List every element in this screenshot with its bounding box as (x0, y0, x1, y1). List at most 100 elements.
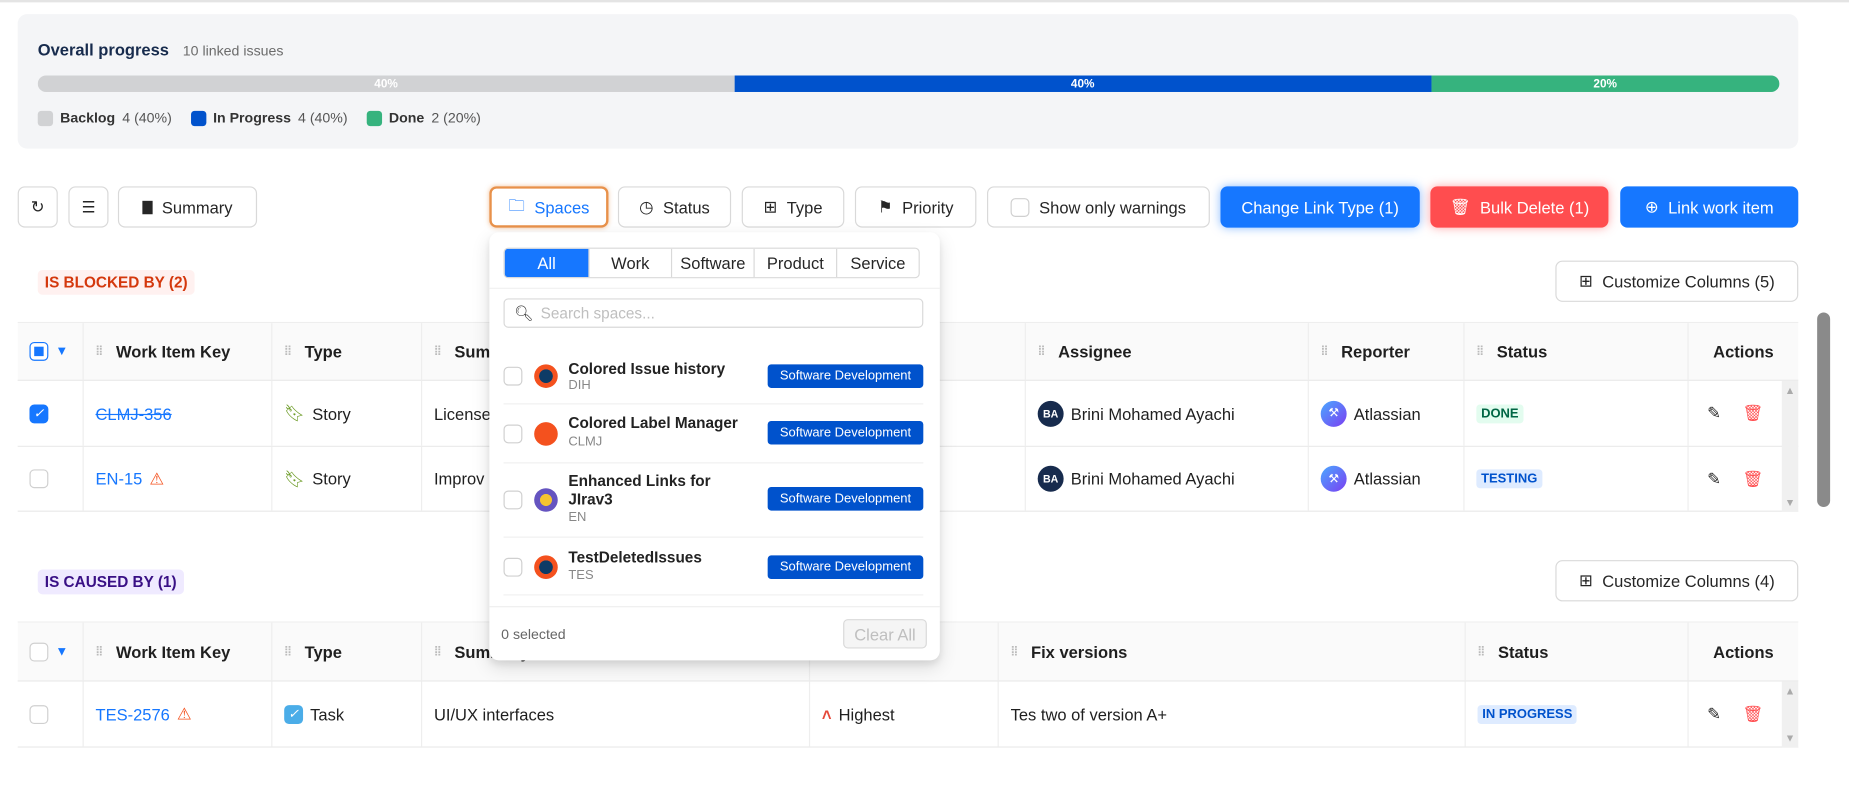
tab-product[interactable]: Product (753, 248, 837, 278)
header-type[interactable]: ⁞⁞ Type (272, 622, 423, 681)
priority-label: Highest (838, 704, 895, 724)
edit-icon[interactable]: ✎ (1707, 469, 1721, 489)
row-checkbox-checked[interactable]: ✓ (29, 403, 49, 423)
tab-service[interactable]: Service (836, 248, 919, 278)
status-filter-button[interactable]: ◷ Status (617, 186, 732, 228)
row-checkbox[interactable] (29, 704, 49, 724)
spaces-dropdown: All Work Software Product Service 🔍︎ Sear… (489, 232, 940, 661)
spaces-filter-button[interactable]: 🗀 Spaces (489, 186, 609, 228)
delete-icon[interactable]: 🗑 (1742, 403, 1763, 423)
drag-handle-icon[interactable]: ⁞⁞ (284, 344, 292, 358)
drag-handle-icon[interactable]: ⁞⁞ (96, 644, 104, 658)
drag-handle-icon[interactable]: ⁞⁞ (284, 644, 292, 658)
space-checkbox[interactable] (503, 557, 523, 577)
clear-all-button[interactable]: Clear All (843, 619, 927, 649)
priority-filter-button[interactable]: ⚑ Priority (854, 186, 977, 228)
type-filter-button[interactable]: ⊞ Type (741, 186, 845, 228)
header-reporter[interactable]: ⁞⁞ Reporter (1309, 323, 1465, 380)
filter-icon[interactable]: ▼ (55, 344, 68, 358)
refresh-button[interactable]: ↻ (17, 186, 58, 228)
drag-handle-icon[interactable]: ⁞⁞ (96, 344, 104, 358)
space-option[interactable]: TestDeletedIssues TES Software Developme… (503, 538, 924, 596)
drag-handle-icon[interactable]: ⁞⁞ (1321, 344, 1329, 358)
customize-label: Customize Columns (5) (1602, 271, 1775, 291)
drag-handle-icon[interactable]: ⁞⁞ (1011, 644, 1019, 658)
show-only-warnings-toggle[interactable]: Show only warnings (986, 186, 1210, 228)
header-fix-versions[interactable]: ⁞⁞ Fix versions (999, 622, 1466, 681)
edit-icon[interactable]: ✎ (1707, 403, 1721, 423)
drag-handle-icon[interactable]: ⁞⁞ (434, 344, 442, 358)
delete-icon[interactable]: 🗑 (1742, 704, 1763, 724)
work-item-key-cell[interactable]: CLMJ-356 (84, 380, 273, 446)
grid-plus-icon: ⊞ (763, 196, 778, 216)
scroll-up-icon[interactable]: ▲ (1785, 685, 1796, 697)
tab-software[interactable]: Software (670, 248, 754, 278)
table-row[interactable]: TES-2576 ⚠ ✓ Task UI/UX interfaces ˄ Highes… (17, 681, 1799, 748)
space-option[interactable]: Enhanced Links for JIrav3 EN Software De… (503, 463, 924, 538)
space-option[interactable]: Colored Label Manager CLMJ Software Deve… (503, 404, 924, 464)
swatch (366, 110, 382, 126)
drag-handle-icon[interactable]: ⁞⁞ (1038, 344, 1046, 358)
work-item-link[interactable]: TES-2576 (96, 705, 170, 724)
customize-columns-button[interactable]: ⊞ Customize Columns (4) (1555, 560, 1799, 602)
summary-button[interactable]: ▇ Summary (117, 186, 258, 228)
link-work-item-button[interactable]: ⊕ Link work item (1620, 186, 1799, 228)
bar-chart-icon: ▇ (142, 200, 153, 215)
work-item-key-cell[interactable]: TES-2576 ⚠ (84, 681, 273, 747)
header-work-item-key[interactable]: ⁞⁞ Work Item Key (84, 323, 273, 380)
row-checkbox[interactable] (29, 469, 49, 489)
header-label: Type (304, 642, 342, 661)
type-label: Task (310, 704, 345, 724)
segment-label: 40% (374, 77, 398, 91)
legend-backlog: Backlog 4 (40%) (37, 110, 172, 126)
bulk-delete-button[interactable]: 🗑 Bulk Delete (1) (1430, 186, 1609, 228)
select-all-cell[interactable]: ▼ (18, 622, 84, 681)
customize-columns-button[interactable]: ⊞ Customize Columns (5) (1555, 260, 1799, 302)
search-placeholder: Search spaces... (540, 304, 655, 322)
progress-segment-in-progress: 40% (734, 75, 1432, 92)
scroll-up-icon[interactable]: ▲ (1785, 384, 1796, 396)
link-item-label: Link work item (1668, 197, 1774, 217)
summary-cell: UI/UX interfaces (422, 681, 811, 747)
row-select-cell[interactable]: ✓ (18, 380, 84, 446)
filter-icon[interactable]: ▼ (55, 644, 68, 658)
work-item-key-cell[interactable]: EN-15 ⚠ (84, 446, 273, 511)
row-select-cell[interactable] (18, 446, 84, 511)
tab-all[interactable]: All (504, 248, 589, 278)
table-scrollbar[interactable]: ▲ ▼ (1781, 681, 1799, 748)
page-scrollbar-thumb[interactable] (1817, 312, 1831, 508)
tab-work[interactable]: Work (588, 248, 671, 278)
segment-label: 20% (1593, 77, 1618, 91)
priority-label: Priority (902, 197, 954, 217)
header-status[interactable]: ⁞⁞ Status (1465, 323, 1689, 380)
delete-icon[interactable]: 🗑 (1742, 469, 1763, 489)
work-item-link[interactable]: CLMJ-356 (96, 404, 172, 423)
space-checkbox[interactable] (503, 366, 523, 386)
select-all-cell[interactable]: ▼ (18, 323, 84, 380)
drag-handle-icon[interactable]: ⁞⁞ (434, 644, 442, 658)
header-status[interactable]: ⁞⁞ Status (1466, 622, 1689, 681)
warnings-checkbox[interactable] (1010, 197, 1030, 217)
space-checkbox[interactable] (503, 490, 523, 510)
change-link-type-button[interactable]: Change Link Type (1) (1220, 186, 1420, 228)
header-type[interactable]: ⁞⁞ Type (272, 323, 423, 380)
drag-handle-icon[interactable]: ⁞⁞ (1476, 344, 1484, 358)
space-option[interactable]: Colored Issue history DIH Software Devel… (503, 350, 924, 405)
search-spaces-input[interactable]: 🔍︎ Search spaces... (503, 298, 924, 328)
space-checkbox[interactable] (503, 424, 523, 444)
header-work-item-key[interactable]: ⁞⁞ Work Item Key (84, 622, 273, 681)
select-all-checkbox[interactable] (29, 642, 49, 661)
header-label: Status (1496, 341, 1548, 361)
edit-icon[interactable]: ✎ (1707, 704, 1721, 724)
select-all-checkbox[interactable] (29, 341, 49, 361)
list-view-button[interactable]: ☰ (68, 186, 109, 228)
scroll-down-icon[interactable]: ▼ (1785, 496, 1796, 508)
header-label: Type (304, 341, 342, 361)
drag-handle-icon[interactable]: ⁞⁞ (1478, 644, 1486, 658)
table-scrollbar[interactable]: ▲ ▼ (1781, 380, 1799, 512)
story-bookmark-icon: 🔖︎ (284, 403, 306, 423)
header-assignee[interactable]: ⁞⁞ Assignee (1026, 323, 1309, 380)
row-select-cell[interactable] (18, 681, 84, 747)
work-item-link[interactable]: EN-15 (96, 469, 143, 488)
scroll-down-icon[interactable]: ▼ (1785, 732, 1796, 744)
